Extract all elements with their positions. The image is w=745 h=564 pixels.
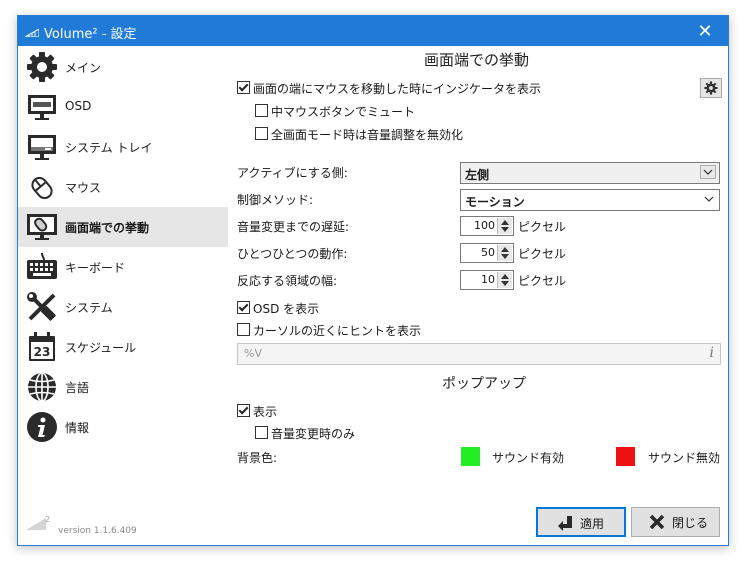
sound-on-label: サウンド有効	[492, 451, 565, 465]
logo-superscript: 2	[45, 515, 51, 524]
app-volume-icon	[25, 29, 39, 37]
window-title: Volume² - 設定	[44, 27, 137, 42]
spinner-arrows-icon[interactable]	[497, 272, 512, 288]
active-side-dropdown[interactable]: 左側	[460, 162, 720, 184]
popup-only-on-change-label[interactable]: 音量変更時のみ	[271, 425, 355, 442]
content-panel: 画面端での挙動 画面の端にマウスを移動した時にインジケータを表示 中マウスボタン…	[228, 46, 728, 506]
active-side-value: 左側	[465, 168, 490, 182]
sidebar-item-label: システム	[65, 301, 113, 315]
sidebar-item-mouse[interactable]: マウス	[18, 167, 228, 207]
middle-button-mute-label[interactable]: 中マウスボタンでミュート	[271, 103, 415, 120]
active-side-label: アクティブにする側:	[237, 166, 348, 180]
hint-format-placeholder: %V	[244, 347, 262, 360]
sidebar-item-screen-edge[interactable]: 画面端での挙動	[18, 207, 228, 247]
hint-format-input[interactable]: %V i	[237, 343, 721, 365]
fullscreen-disable-label[interactable]: 全画面モード時は音量調整を無効化	[271, 126, 463, 143]
gear-icon	[27, 52, 57, 82]
wrench-screwdriver-icon	[27, 292, 56, 321]
sidebar-item-label: 情報	[65, 421, 90, 435]
sidebar-item-label: 画面端での挙動	[65, 221, 150, 235]
delay-unit: ピクセル	[518, 220, 567, 234]
close-icon: ✕	[697, 20, 713, 42]
apply-arrow-icon	[558, 516, 572, 531]
section-heading: 画面端での挙動	[424, 51, 530, 69]
calendar-icon: 23	[29, 332, 55, 361]
popup-show-label[interactable]: 表示	[253, 403, 277, 420]
sidebar-item-label: 言語	[65, 381, 90, 395]
show-osd-label[interactable]: OSD を表示	[253, 300, 319, 317]
sound-off-color-swatch[interactable]	[616, 447, 635, 466]
step-label: ひとつひとつの動作:	[237, 247, 348, 261]
show-osd-checkbox[interactable]	[237, 301, 250, 314]
popup-only-on-change-checkbox[interactable]	[255, 426, 268, 439]
globe-icon	[28, 372, 56, 402]
sidebar-item-system-tray[interactable]: システム トレイ	[18, 127, 228, 167]
step-stepper[interactable]: 50	[460, 243, 514, 263]
gear-icon	[704, 81, 718, 95]
indicator-settings-button[interactable]	[700, 78, 722, 98]
sidebar-item-language[interactable]: 言語	[18, 367, 228, 407]
popup-heading: ポップアップ	[442, 376, 526, 392]
screen-edge-icon	[27, 214, 57, 240]
sidebar-item-schedule[interactable]: 23 スケジュール	[18, 327, 228, 367]
settings-window: Volume² - 設定 ✕ メイン OSD システム トレイ マウス 画面端で…	[17, 15, 729, 546]
control-method-value: モーション	[465, 195, 525, 209]
popup-show-checkbox[interactable]	[237, 404, 250, 417]
sidebar-item-label: マウス	[65, 181, 102, 195]
sidebar-item-info[interactable]: 情報	[18, 407, 228, 447]
show-hint-label[interactable]: カーソルの近くにヒントを表示	[253, 322, 421, 339]
delay-value: 100	[474, 219, 495, 232]
title-bar[interactable]: Volume² - 設定 ✕	[18, 16, 728, 46]
system-tray-icon	[28, 135, 56, 160]
sound-on-color-swatch[interactable]	[461, 447, 480, 466]
fullscreen-disable-checkbox[interactable]	[255, 127, 268, 140]
sidebar-item-label: スケジュール	[65, 341, 137, 355]
show-indicator-label[interactable]: 画面の端にマウスを移動した時にインジケータを表示	[253, 80, 541, 97]
apply-button[interactable]: 適用	[536, 507, 626, 537]
close-icon	[649, 514, 665, 530]
close-button-label: 閉じる	[672, 516, 709, 530]
sidebar-item-system[interactable]: システム	[18, 287, 228, 327]
sidebar-item-label: OSD	[65, 99, 92, 113]
close-window-button[interactable]: ✕	[682, 16, 728, 46]
calendar-day-text: 23	[34, 345, 51, 359]
delay-label: 音量変更までの遅延:	[237, 220, 350, 234]
area-width-unit: ピクセル	[518, 274, 567, 288]
apply-button-label: 適用	[580, 517, 605, 531]
sidebar-item-main[interactable]: メイン	[18, 47, 228, 87]
sidebar-item-label: キーボード	[65, 261, 126, 275]
step-value: 50	[481, 246, 495, 259]
sidebar-item-label: システム トレイ	[65, 141, 153, 155]
sidebar: メイン OSD システム トレイ マウス 画面端での挙動 キーボード システム …	[18, 46, 228, 545]
middle-button-mute-checkbox[interactable]	[255, 104, 268, 117]
control-method-label: 制御メソッド:	[237, 193, 314, 207]
area-width-stepper[interactable]: 10	[460, 270, 514, 290]
mouse-icon	[31, 176, 53, 200]
spinner-arrows-icon[interactable]	[497, 218, 512, 234]
show-indicator-checkbox[interactable]	[237, 81, 250, 94]
delay-stepper[interactable]: 100	[460, 216, 514, 236]
spinner-arrows-icon[interactable]	[497, 245, 512, 261]
info-icon	[27, 412, 57, 442]
close-button[interactable]: 閉じる	[631, 507, 720, 537]
sidebar-item-osd[interactable]: OSD	[18, 87, 228, 127]
sound-off-label: サウンド無効	[648, 451, 721, 465]
chevron-down-icon	[700, 165, 716, 179]
control-method-dropdown[interactable]: モーション	[460, 189, 720, 211]
sidebar-item-label: メイン	[65, 61, 102, 75]
monitor-icon	[28, 95, 56, 120]
background-color-label: 背景色:	[237, 451, 278, 465]
sidebar-item-keyboard[interactable]: キーボード	[18, 247, 228, 287]
area-width-value: 10	[481, 273, 495, 286]
info-icon[interactable]: i	[710, 345, 714, 361]
chevron-down-icon	[704, 196, 714, 202]
keyboard-icon	[27, 252, 57, 279]
version-label: version 1.1.6.409	[58, 526, 137, 536]
show-hint-checkbox[interactable]	[237, 323, 250, 336]
step-unit: ピクセル	[518, 247, 567, 261]
area-width-label: 反応する領域の幅:	[237, 274, 338, 288]
